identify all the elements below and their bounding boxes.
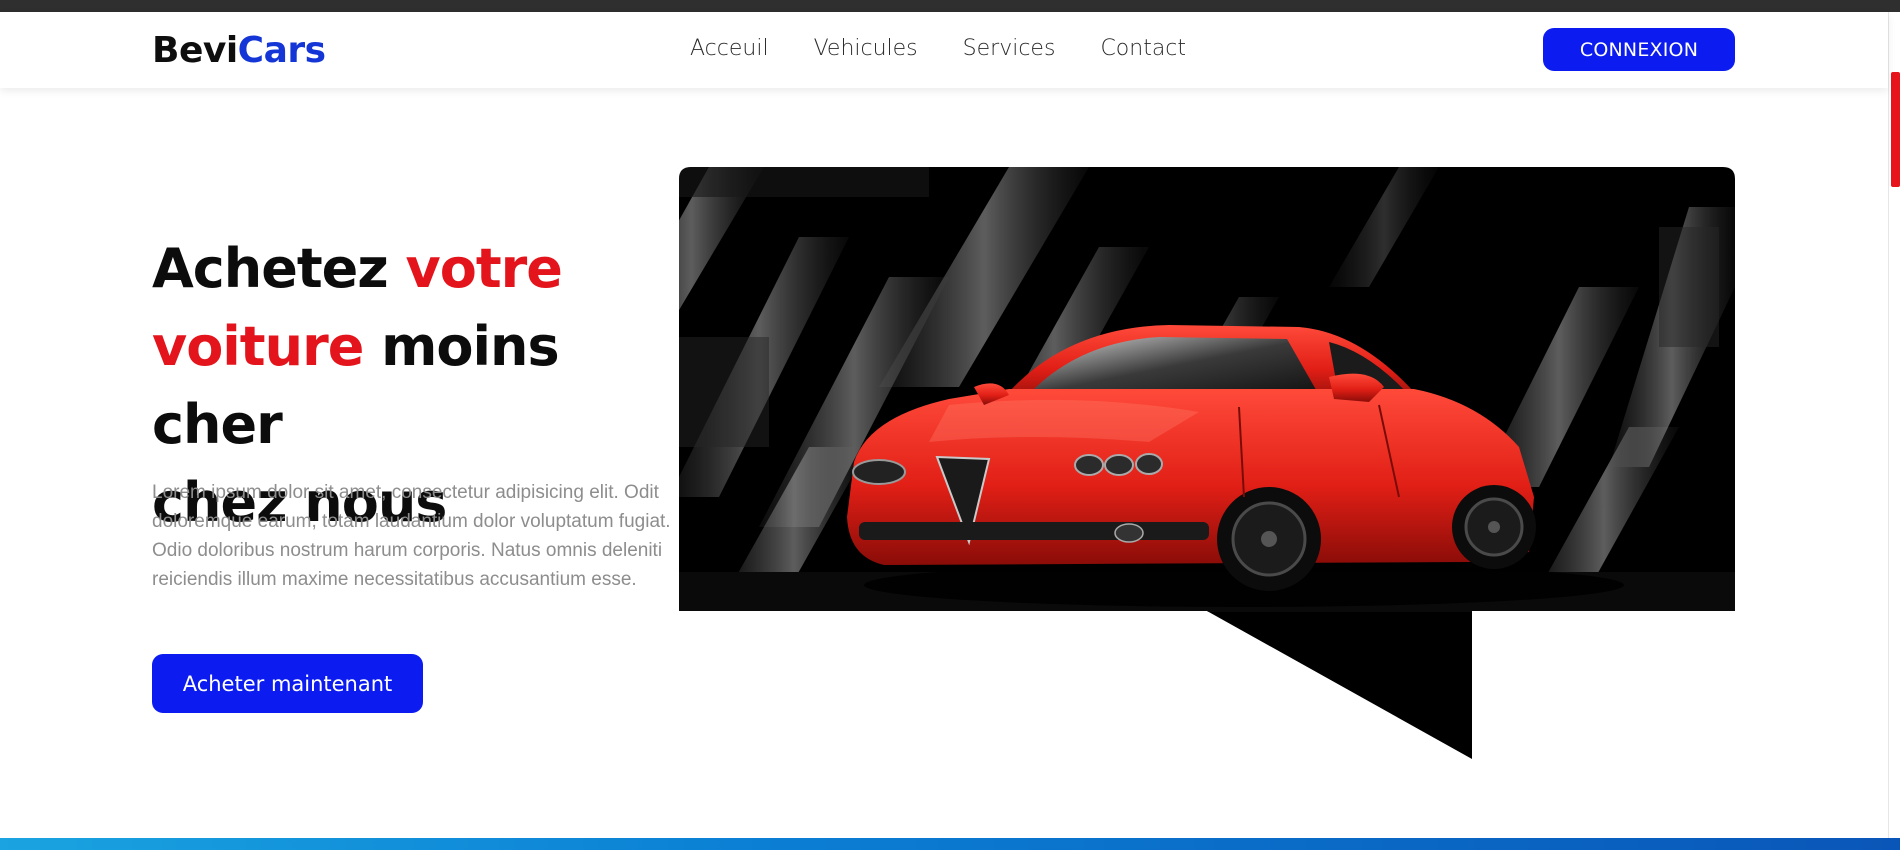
- login-button[interactable]: CONNEXION: [1543, 28, 1735, 71]
- brand-logo[interactable]: BeviCars: [152, 30, 326, 71]
- main-nav: Acceuil Vehicules Services Contact: [690, 36, 1186, 61]
- nav-link-contact[interactable]: Contact: [1100, 36, 1186, 61]
- taskbar-edge: [0, 838, 1900, 850]
- hero-car-image: [679, 167, 1735, 759]
- hero-title-part-a: Achetez: [152, 237, 406, 300]
- hero-title-part-b: votre: [405, 237, 563, 300]
- buy-now-button[interactable]: Acheter maintenant: [152, 654, 423, 713]
- scrollbar[interactable]: [1888, 12, 1900, 838]
- window-top-bar: [0, 0, 1900, 12]
- brand-name-part2: Cars: [237, 30, 326, 71]
- nav-link-services[interactable]: Services: [963, 36, 1056, 61]
- nav-link-acceuil[interactable]: Acceuil: [690, 36, 769, 61]
- navbar: BeviCars Acceuil Vehicules Services Cont…: [0, 12, 1888, 88]
- scrollbar-thumb[interactable]: [1891, 72, 1900, 187]
- brand-name-part1: Bevi: [152, 30, 238, 71]
- hero-description: Lorem ipsum dolor sit amet, consectetur …: [152, 482, 671, 590]
- nav-link-vehicules[interactable]: Vehicules: [814, 36, 918, 61]
- hero-title-part-c: voiture: [152, 315, 364, 378]
